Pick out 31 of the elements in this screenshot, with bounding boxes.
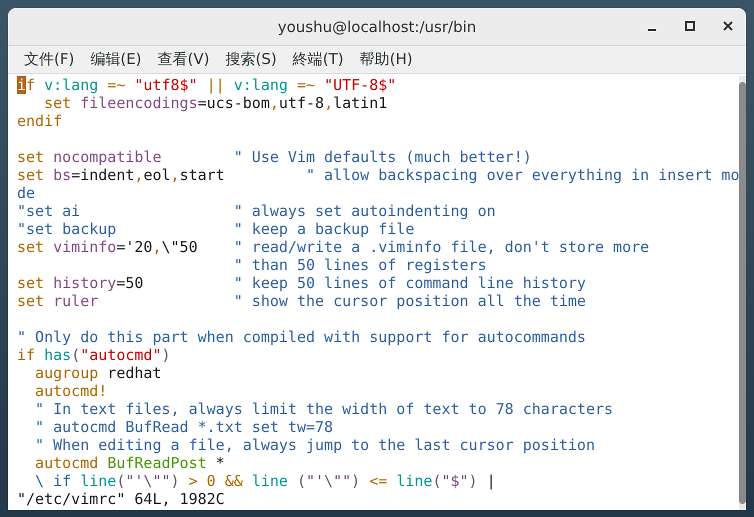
code-line: de bbox=[17, 184, 36, 202]
code-line: set ruler " show the cursor position all the time bbox=[17, 292, 587, 310]
status-line: "/etc/vimrc" 64L, 1982C bbox=[17, 490, 226, 508]
code-line: set viminfo='20,\"50 " read/write a .viminfo file, don't store more bbox=[17, 238, 650, 256]
code-line: endif bbox=[17, 112, 64, 130]
menu-item[interactable]: 終端(T) bbox=[284, 50, 352, 69]
code-line: set bs=indent,eol,start " allow backspacing over everything in insert mo bbox=[17, 166, 740, 184]
code-line: if v:lang =~ "utf8$" || v:lang =~ "UTF-8$" bbox=[17, 76, 398, 94]
code-line: set nocompatible " Use Vim defaults (much better!) bbox=[17, 148, 533, 166]
menu-item[interactable]: 编辑(E) bbox=[82, 50, 150, 69]
code-line: autocmd! bbox=[34, 382, 108, 400]
menu-item[interactable]: 搜索(S) bbox=[218, 50, 285, 69]
menu-item[interactable]: 文件(F) bbox=[16, 50, 82, 69]
code-line: set history=50 " keep 50 lines of command line history bbox=[17, 274, 587, 292]
code-line: autocmd BufReadPost * bbox=[34, 454, 226, 472]
menu-item[interactable]: 查看(V) bbox=[150, 50, 218, 69]
code-line: " When editing a file, always jump to the last cursor position bbox=[34, 436, 596, 454]
maximize-icon[interactable] bbox=[684, 20, 696, 32]
code-line: "set backup " keep a backup file bbox=[17, 220, 416, 238]
code-line: "set ai " always set autoindenting on bbox=[17, 202, 497, 220]
code-line: " Only do this part when compiled with support for autocommands bbox=[17, 328, 587, 346]
code-line: set fileencodings=ucs-bom,utf-8,latin1 bbox=[43, 94, 388, 112]
code-line: " autocmd BufRead *.txt set tw=78 bbox=[34, 418, 334, 436]
code-line: if has("autocmd") bbox=[17, 346, 172, 364]
window-title: youshu@localhost:/usr/bin bbox=[278, 18, 476, 36]
code-line: " than 50 lines of registers bbox=[232, 256, 488, 274]
menu-item[interactable]: 帮助(H) bbox=[352, 50, 421, 69]
code-line: augroup redhat bbox=[34, 364, 162, 382]
code-line: \ if line("'\"") > 0 && line ("'\"") <= line("$") | bbox=[34, 472, 497, 490]
code-line: " In text files, always limit the width of text to 78 characters bbox=[34, 400, 614, 418]
close-icon[interactable] bbox=[722, 20, 734, 32]
